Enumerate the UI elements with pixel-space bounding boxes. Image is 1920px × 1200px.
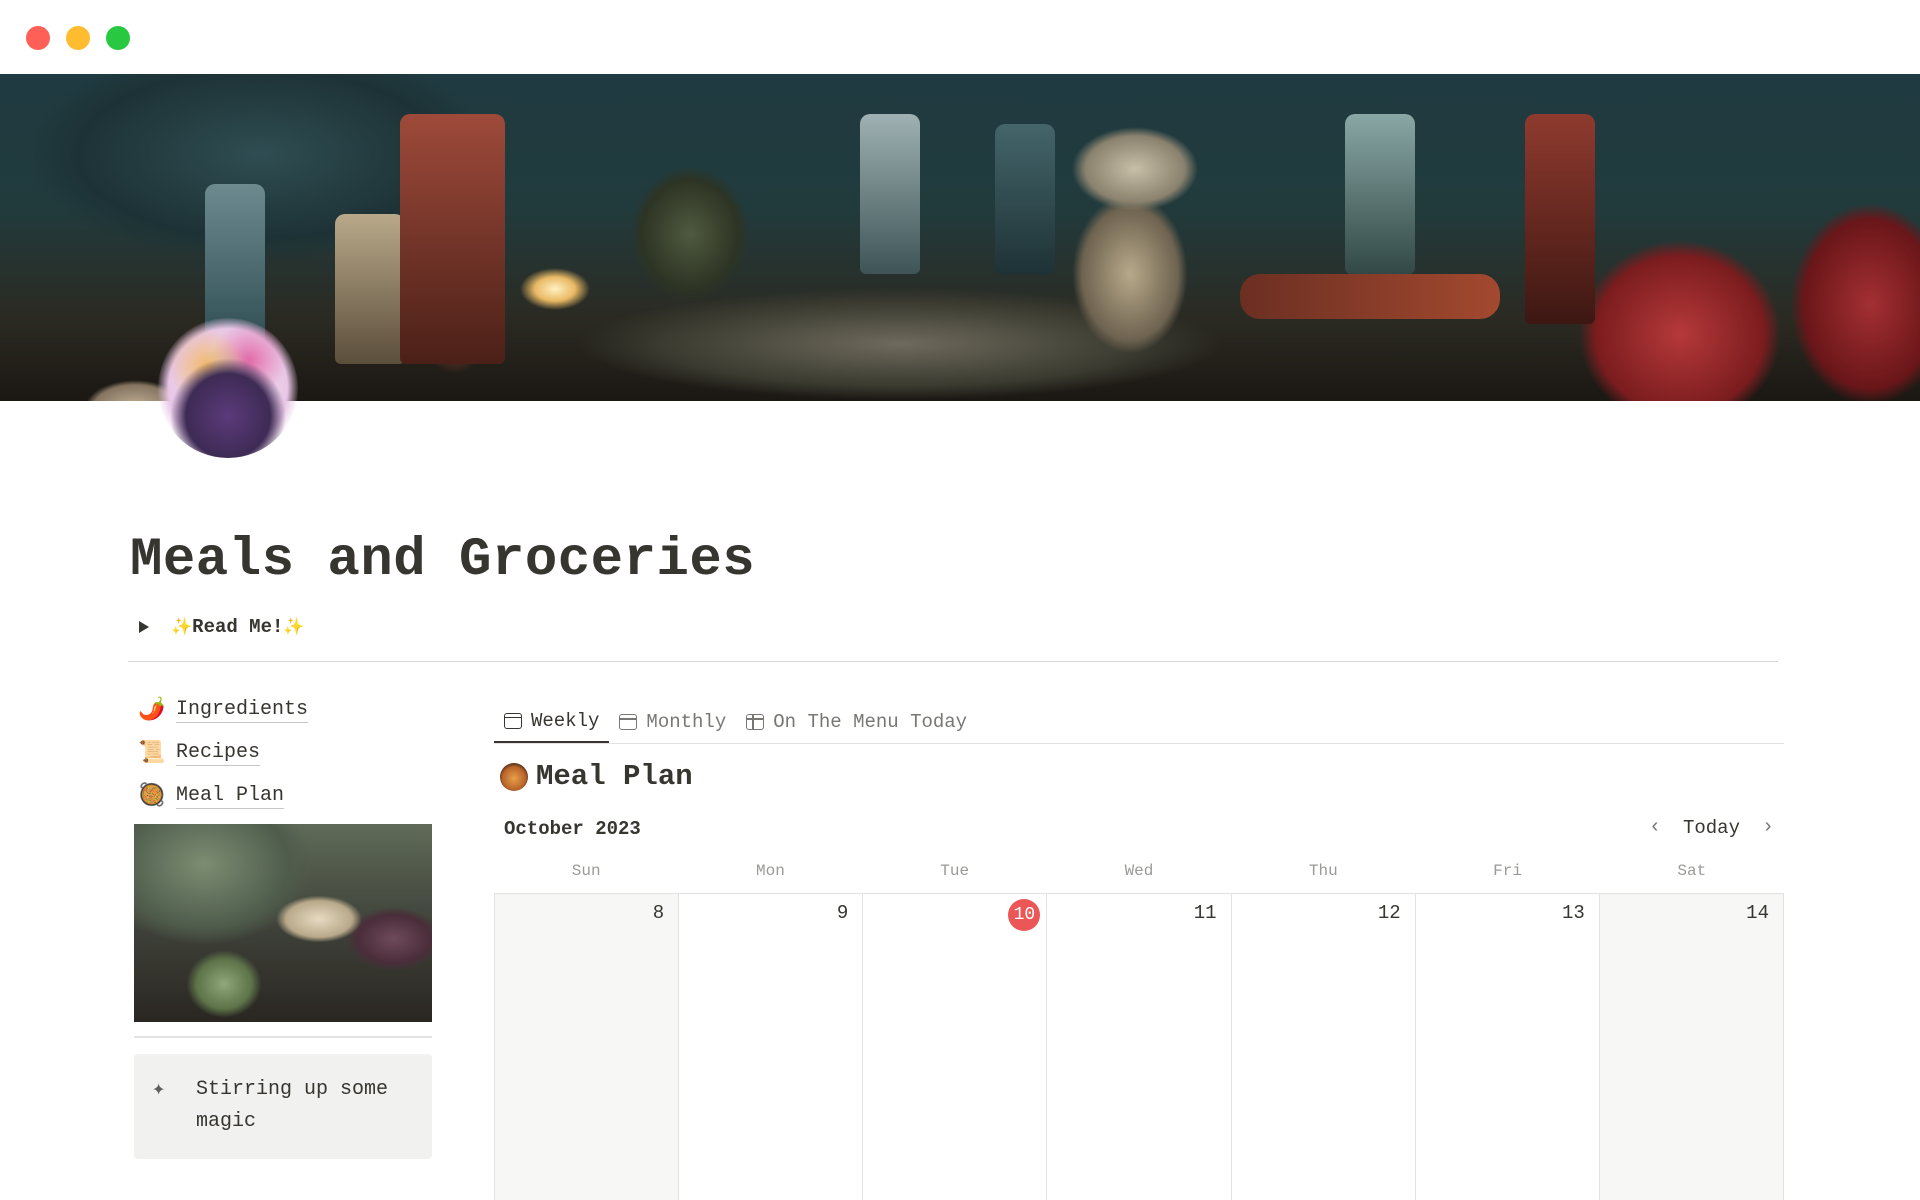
- close-window-button[interactable]: [26, 26, 50, 50]
- toggle-triangle-icon[interactable]: [139, 621, 149, 633]
- calendar-icon: [619, 714, 638, 730]
- meal-plan-icon: 🥘: [138, 784, 166, 809]
- cover-bottle: [400, 114, 505, 364]
- calendar-day-cell[interactable]: 11: [1047, 894, 1232, 1200]
- weekday-label: Sat: [1677, 862, 1707, 880]
- calendar-day-cell[interactable]: 8: [495, 894, 680, 1200]
- calendar-week-grid: 8 9 10 11 12 13 14: [494, 893, 1784, 1200]
- weekday-header: Sun Mon Tue Wed Thu Fri Sat: [494, 862, 1784, 880]
- calendar-navigation: ‹ Today ›: [1641, 816, 1782, 839]
- meal-plan-icon: [500, 762, 528, 791]
- calendar-day-cell[interactable]: 9: [679, 894, 864, 1200]
- calendar-day-cell[interactable]: 14: [1599, 894, 1784, 1200]
- day-number: 14: [1746, 902, 1769, 924]
- table-icon: [746, 714, 765, 730]
- sparkles-icon: ✦: [152, 1077, 166, 1102]
- weekday-label: Sun: [571, 862, 601, 880]
- tab-monthly[interactable]: Monthly: [609, 700, 736, 744]
- sparkle-icon: ✨: [171, 618, 193, 638]
- divider: [128, 661, 1778, 662]
- weekday-label: Tue: [940, 862, 970, 880]
- cover-bottle: [860, 114, 920, 274]
- tab-label: Monthly: [646, 711, 727, 733]
- tab-label: On The Menu Today: [773, 711, 968, 733]
- view-tabs: Weekly Monthly On The Menu Today: [494, 700, 977, 744]
- weekday-label: Fri: [1493, 862, 1522, 880]
- maximize-window-button[interactable]: [106, 26, 130, 50]
- weekday-label: Thu: [1308, 862, 1338, 880]
- calendar-day-cell[interactable]: 13: [1415, 894, 1600, 1200]
- calendar-month: October 2023: [504, 818, 641, 840]
- link-recipes[interactable]: 📜 Recipes: [138, 740, 261, 766]
- tabs-underline: [494, 743, 1784, 744]
- cover-bottle: [1345, 114, 1415, 274]
- cover-bottle: [995, 124, 1055, 274]
- cover-bottle: [1525, 114, 1595, 324]
- calendar-day-cell[interactable]: 12: [1231, 894, 1416, 1200]
- chevron-right-icon[interactable]: ›: [1754, 816, 1782, 839]
- day-number: 13: [1562, 902, 1585, 924]
- calendar-icon: [504, 712, 522, 729]
- day-number: 11: [1193, 902, 1217, 924]
- page-title[interactable]: Meals and Groceries: [130, 530, 755, 591]
- link-label: Ingredients: [176, 697, 309, 723]
- window-titlebar: [0, 0, 1920, 74]
- today-day-badge: 10: [1008, 899, 1041, 931]
- cover-wax-seal: [1240, 274, 1500, 319]
- decorative-image: [134, 824, 432, 1022]
- link-ingredients[interactable]: 🌶️ Ingredients: [138, 697, 309, 723]
- divider: [134, 1036, 432, 1038]
- sparkle-icon: ✨: [283, 618, 305, 638]
- weekday-label: Wed: [1124, 862, 1154, 880]
- tab-weekly[interactable]: Weekly: [494, 700, 610, 744]
- chevron-left-icon[interactable]: ‹: [1641, 816, 1669, 839]
- minimize-window-button[interactable]: [66, 26, 90, 50]
- page-icon-cauldron[interactable]: [158, 318, 298, 458]
- link-meal-plan[interactable]: 🥘 Meal Plan: [138, 783, 285, 809]
- calendar-day-cell-today[interactable]: 10: [863, 894, 1048, 1200]
- today-button[interactable]: Today: [1669, 817, 1754, 839]
- scroll-icon: 📜: [138, 741, 166, 766]
- link-label: Recipes: [176, 740, 261, 766]
- tab-label: Weekly: [531, 709, 600, 732]
- day-number: 9: [836, 902, 849, 924]
- toggle-label: Read Me!: [192, 616, 284, 638]
- database-title-text: Meal Plan: [536, 760, 693, 793]
- callout-text: Stirring up some magic: [196, 1078, 389, 1133]
- weekday-label: Mon: [756, 862, 785, 880]
- cover-bottle: [335, 214, 405, 364]
- link-label: Meal Plan: [176, 783, 285, 809]
- day-number: 12: [1377, 902, 1401, 924]
- day-number: 8: [652, 902, 665, 924]
- read-me-toggle[interactable]: ✨ Read Me! ✨: [136, 616, 305, 638]
- callout: ✦ Stirring up some magic: [134, 1054, 432, 1159]
- database-title[interactable]: Meal Plan: [500, 760, 693, 793]
- tab-on-the-menu-today[interactable]: On The Menu Today: [736, 700, 977, 744]
- chili-pepper-icon: 🌶️: [138, 698, 166, 723]
